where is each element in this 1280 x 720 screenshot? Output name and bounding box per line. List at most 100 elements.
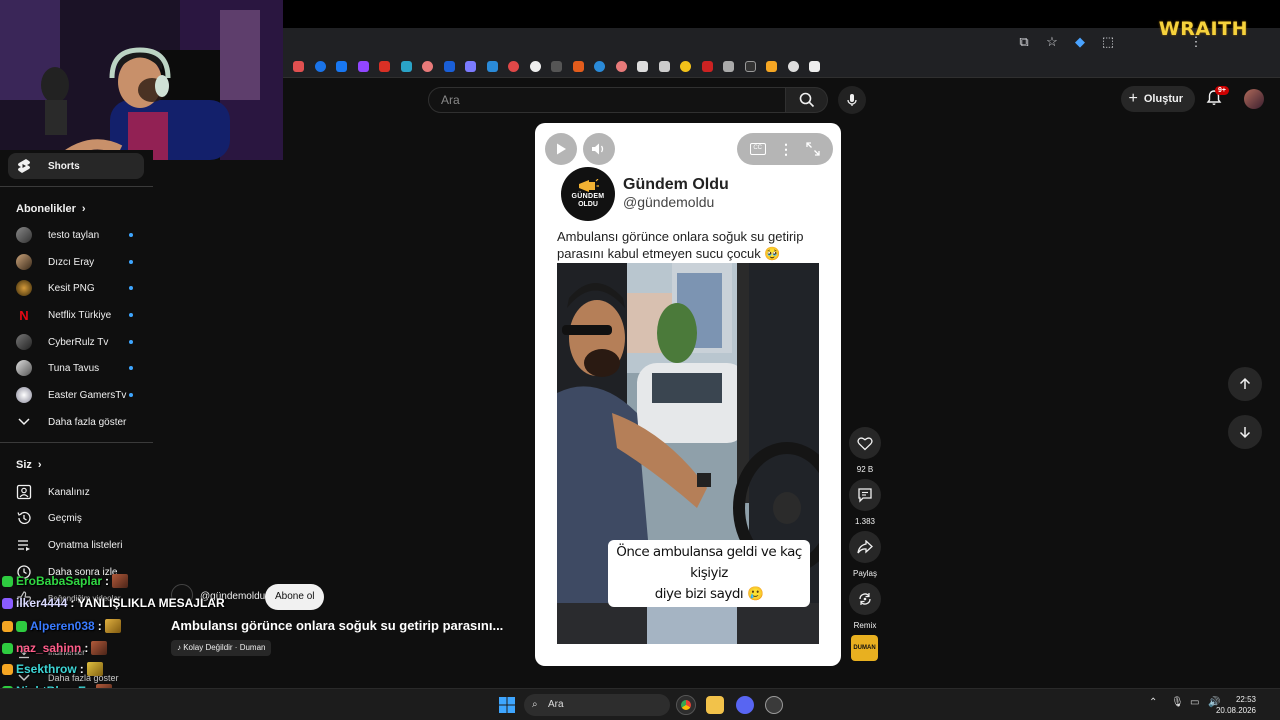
chat-badge-icon: [16, 620, 27, 632]
play-button[interactable]: [545, 133, 577, 165]
sidebar-item-playlists[interactable]: Oynatma listeleri: [0, 532, 153, 558]
bookmark-favicon[interactable]: [336, 61, 347, 72]
chat-emote-icon: [86, 662, 103, 676]
sidebar-item-subscription[interactable]: Easter GamersTv: [0, 382, 153, 408]
bookmark-favicon[interactable]: [744, 61, 756, 72]
short-title[interactable]: Ambulansı görünce onlara soğuk su getiri…: [171, 618, 503, 633]
app-icon[interactable]: [765, 696, 783, 714]
bookmark-favicon[interactable]: [465, 61, 476, 72]
create-label: Oluştur: [1143, 93, 1183, 105]
bookmark-favicon[interactable]: [615, 61, 627, 72]
mute-button[interactable]: [583, 133, 615, 165]
video-caption: Önce ambulansa geldi ve kaç kişiyiz diye…: [608, 540, 810, 607]
bookmark-favicon[interactable]: [701, 61, 713, 72]
sidebar-item-subscription[interactable]: Dızcı Eray: [0, 249, 153, 275]
bookmark-favicon[interactable]: [379, 61, 390, 72]
extension-icon[interactable]: ◆: [1072, 34, 1088, 50]
taskbar-search[interactable]: ⌕ Ara: [524, 694, 670, 716]
bookmark-favicon[interactable]: [572, 61, 584, 72]
bookmark-star-icon[interactable]: ☆: [1044, 34, 1060, 50]
tray-chevron-icon[interactable]: ⌃: [1149, 697, 1157, 708]
more-options-icon[interactable]: ⋮: [779, 141, 793, 158]
sidebar-item-subscription[interactable]: Tuna Tavus: [0, 355, 153, 381]
bookmark-favicon[interactable]: [787, 61, 799, 72]
next-short-button[interactable]: [1228, 415, 1262, 449]
sidebar-item-your-channel[interactable]: Kanalınız: [0, 479, 153, 505]
remix-circle: [849, 583, 881, 615]
search-input[interactable]: Ara: [428, 87, 786, 113]
bookmark-favicon[interactable]: [443, 61, 455, 72]
chevron-right-icon: ›: [37, 459, 42, 471]
network-icon[interactable]: ▭: [1190, 697, 1199, 708]
bookmark-favicon[interactable]: [637, 61, 648, 72]
share-button[interactable]: Paylaş: [849, 531, 881, 578]
taskbar-search-label: Ara: [548, 699, 564, 710]
bookmark-favicon[interactable]: [293, 61, 304, 72]
channel-avatar-icon: [16, 280, 32, 296]
overlay-brand-logo: WRAITH: [1158, 18, 1248, 40]
microphone-icon[interactable]: 🎙: [1171, 697, 1184, 708]
plus-icon: +: [1128, 90, 1138, 107]
windows-start-icon[interactable]: [498, 696, 516, 714]
chrome-icon[interactable]: [676, 695, 696, 715]
sidebar-item-subscription[interactable]: testo taylan: [0, 222, 153, 248]
bookmark-favicon[interactable]: [508, 61, 519, 72]
sidebar-item-label: testo taylan: [48, 229, 100, 241]
comments-button[interactable]: 1.383: [849, 479, 881, 526]
like-count: 92 B: [856, 465, 874, 474]
bookmark-favicon[interactable]: [486, 61, 498, 72]
comment-icon: [858, 488, 872, 503]
subscribe-button[interactable]: Abone ol: [265, 584, 325, 610]
chat-badge-icon: [2, 642, 13, 654]
file-explorer-icon[interactable]: [706, 696, 724, 714]
search-button[interactable]: [786, 87, 828, 113]
bookmark-favicon[interactable]: [809, 61, 820, 72]
bookmark-favicon[interactable]: [658, 61, 670, 72]
chat-username: ilker4444: [16, 596, 68, 610]
bookmark-favicon[interactable]: [314, 61, 326, 72]
short-video-player[interactable]: CC ⋮ GÜNDEM OLDU Gündem Oldu @gündemoldu…: [535, 123, 841, 666]
bookmark-favicon[interactable]: [551, 61, 562, 72]
play-icon: [557, 143, 566, 155]
comments-circle: [849, 479, 881, 511]
captions-icon[interactable]: CC: [749, 143, 766, 155]
new-content-dot: [129, 286, 133, 290]
like-button[interactable]: 92 B: [849, 427, 881, 474]
sidebar-item-subscription[interactable]: CyberRulz Tv: [0, 329, 153, 355]
discord-icon[interactable]: [736, 696, 754, 714]
remix-button[interactable]: Remix: [849, 583, 881, 630]
sidebar-item-history[interactable]: Geçmiş: [0, 505, 153, 531]
chat-username: naz_sahinn: [16, 641, 82, 655]
sidebar-item-shorts[interactable]: Shorts: [8, 153, 144, 179]
sidebar-item-subscription[interactable]: N Netflix Türkiye: [0, 302, 153, 328]
bookmark-favicon[interactable]: [529, 61, 541, 72]
bookmark-favicon[interactable]: [357, 61, 369, 72]
share-label: Paylaş: [852, 569, 877, 578]
account-avatar[interactable]: [1244, 89, 1264, 109]
create-button[interactable]: + Oluştur: [1120, 86, 1195, 112]
bookmark-favicon[interactable]: [400, 61, 412, 72]
show-more-button[interactable]: Daha fazla göster: [0, 409, 153, 435]
fullscreen-icon[interactable]: [806, 142, 820, 156]
chat-text: : YANLIŞLIKLA MESAJLAR: [70, 596, 225, 610]
bookmark-favicon[interactable]: [422, 61, 433, 72]
install-app-icon[interactable]: ⧉: [1016, 34, 1032, 50]
voice-search-button[interactable]: [838, 86, 866, 114]
music-thumbnail[interactable]: DUMAN: [851, 635, 878, 661]
notifications-button[interactable]: 9+: [1205, 86, 1229, 109]
you-section-header[interactable]: Siz ›: [16, 459, 42, 471]
previous-short-button[interactable]: [1228, 367, 1262, 401]
sidebar-item-subscription[interactable]: Kesit PNG: [0, 275, 153, 301]
subscriptions-header[interactable]: Abonelikler ›: [16, 203, 86, 215]
bookmark-favicon[interactable]: [594, 61, 605, 72]
system-clock[interactable]: 22:53 20.08.2026: [1216, 694, 1256, 716]
bookmark-favicon[interactable]: [723, 61, 734, 72]
clock-time: 22:53: [1235, 695, 1256, 704]
you-title: Siz: [16, 459, 32, 471]
bookmark-favicon[interactable]: [680, 61, 691, 72]
extensions-puzzle-icon[interactable]: ⬚: [1100, 34, 1116, 50]
chat-message: Esekthrow :: [2, 662, 103, 676]
bookmark-favicon[interactable]: [766, 61, 777, 72]
music-chip[interactable]: ♪ Kolay Değildir · Duman: [171, 640, 272, 656]
sidebar-divider: [0, 442, 153, 443]
